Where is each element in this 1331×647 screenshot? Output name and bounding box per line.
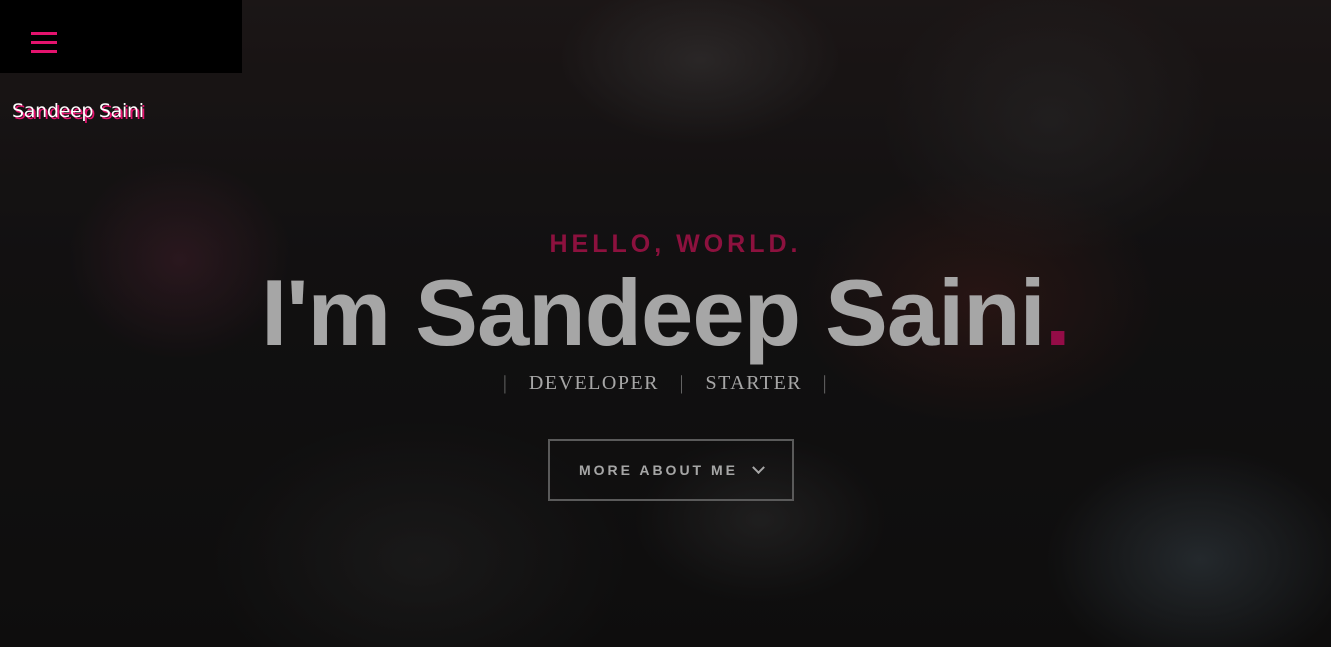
role-separator: | [502,372,509,394]
role-developer: DEVELOPER [528,372,660,394]
menu-bar [0,0,242,73]
hero-section: Sandeep Saini HELLO, WORLD. I'm Sandeep … [0,0,1331,647]
hero-headline-text: I'm Sandeep Saini [261,260,1046,365]
role-separator: | [679,372,686,394]
hero-greeting: HELLO, WORLD. [549,230,802,258]
hero-headline-dot: . [1044,260,1071,365]
role-starter: STARTER [705,372,803,394]
hero-headline: I'm Sandeep Saini. [0,258,1331,368]
hero-roles: | DEVELOPER | STARTER | [0,372,1331,395]
chevron-down-icon [752,460,765,474]
more-about-me-button[interactable]: MORE ABOUT ME [548,439,794,501]
role-separator: | [822,372,829,394]
cta-label: MORE ABOUT ME [578,462,739,478]
hamburger-menu-icon[interactable] [31,32,57,54]
site-logo[interactable]: Sandeep Saini [12,100,144,122]
